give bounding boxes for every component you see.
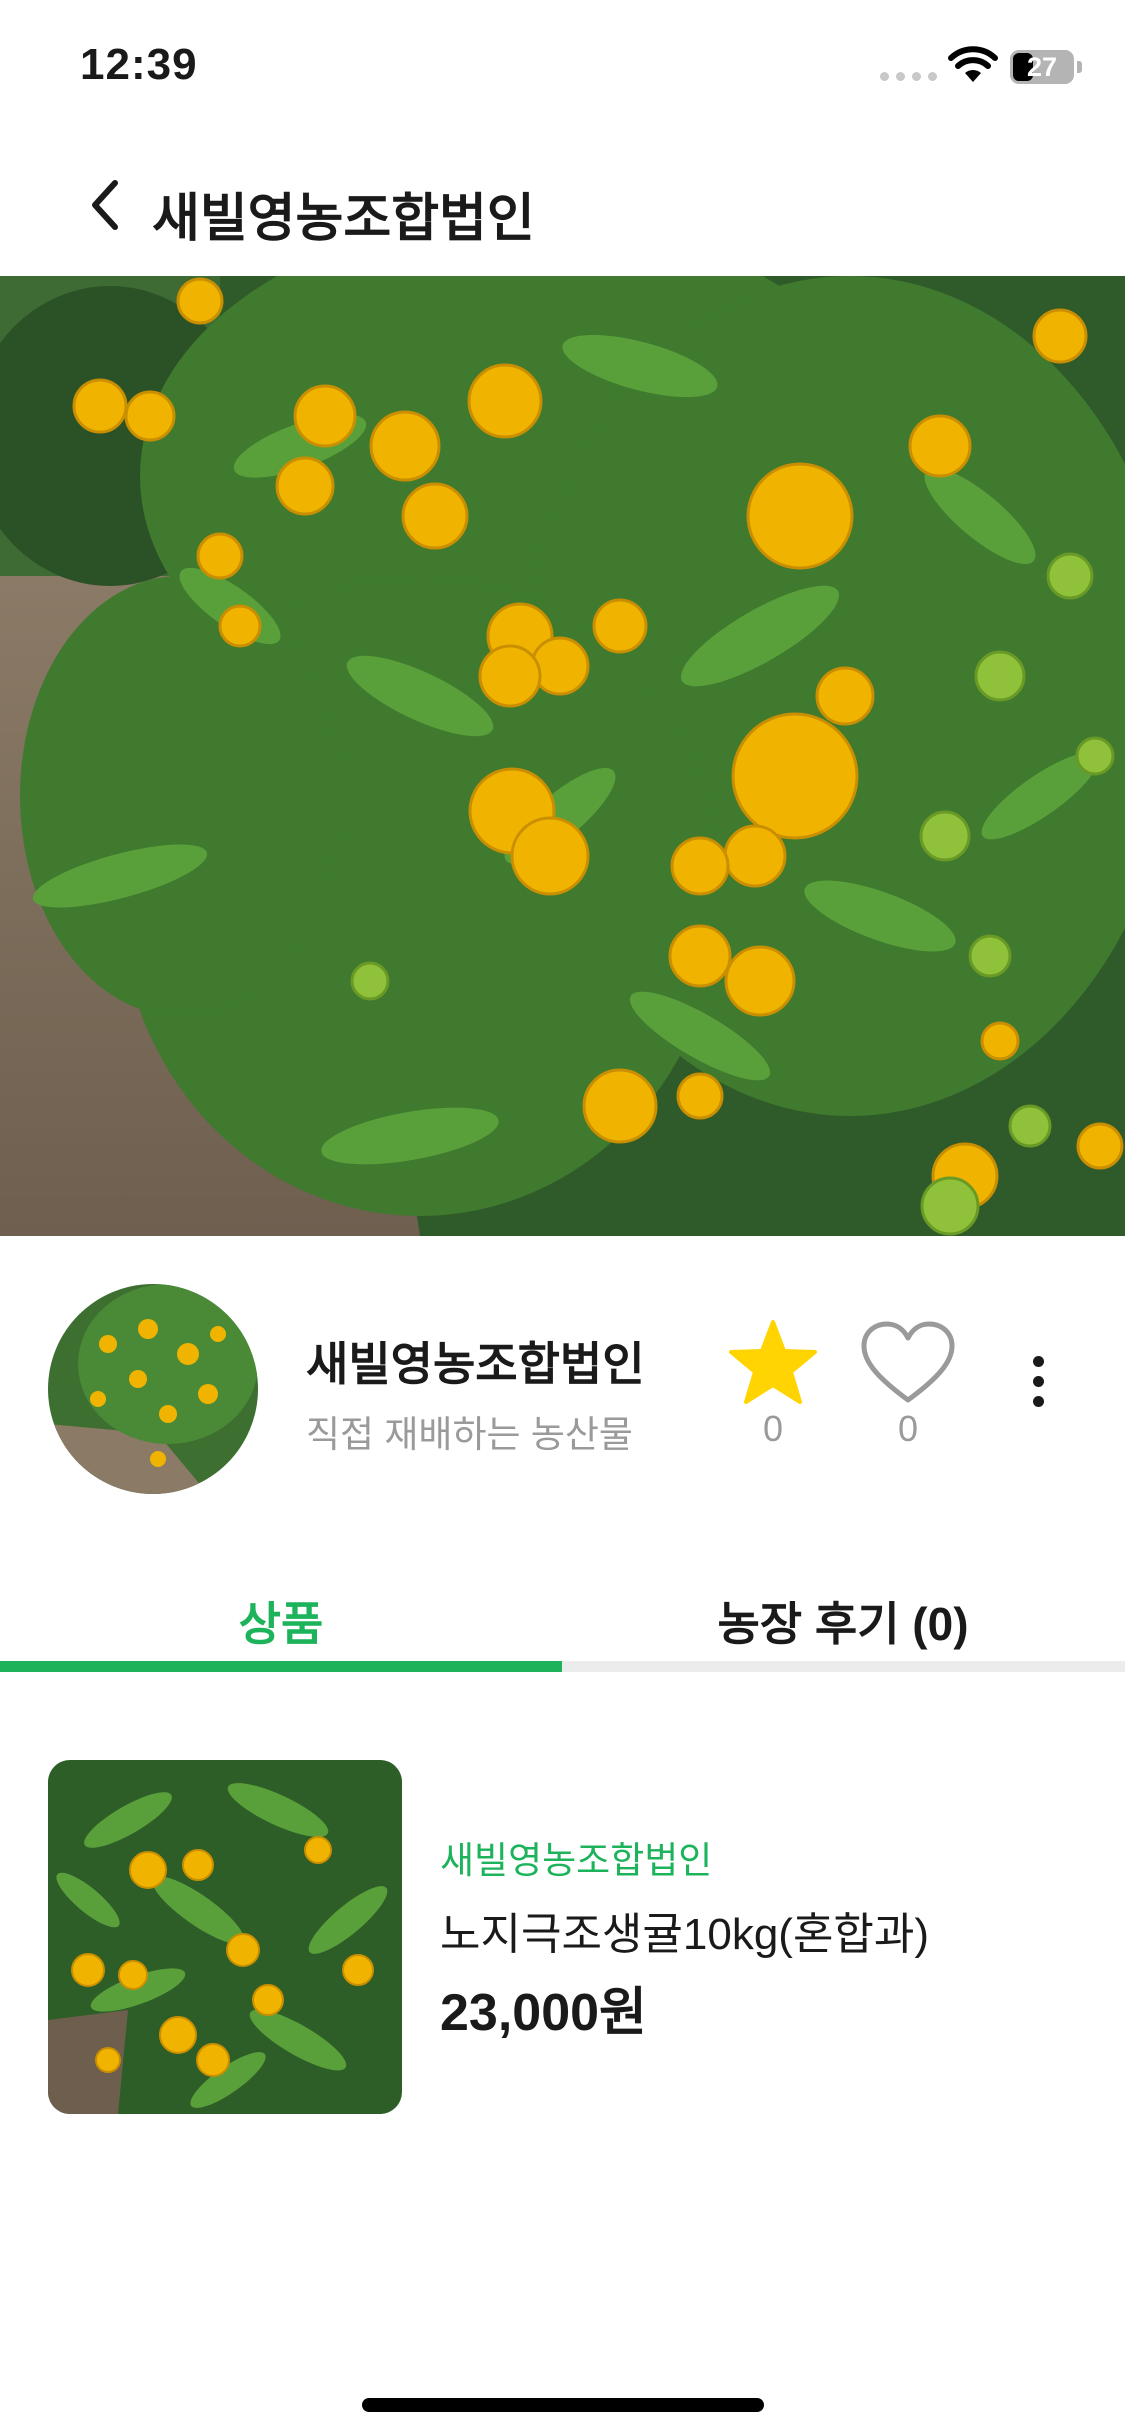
nav-bar: 새빌영농조합법인 — [0, 140, 1125, 276]
like-count: 0 — [897, 1408, 919, 1449]
home-indicator — [362, 2398, 764, 2412]
favorite-button[interactable]: 0 — [726, 1318, 820, 1458]
signal-icon — [880, 72, 937, 81]
farm-profile: 새빌영농조합법인 직접 재배하는 농산물 0 0 — [0, 1236, 1125, 1526]
battery-icon: 27 — [1010, 50, 1074, 84]
star-icon — [729, 1320, 817, 1404]
status-bar: 12:39 27 — [0, 0, 1125, 140]
heart-icon — [861, 1321, 955, 1403]
farm-avatar-photo — [48, 1284, 258, 1494]
hero-image — [0, 276, 1125, 1236]
more-vertical-icon[interactable] — [1020, 1356, 1056, 1446]
status-time: 12:39 — [80, 40, 198, 89]
back-button[interactable] — [70, 170, 140, 240]
tab-bar: 상품 농장 후기 (0) — [0, 1526, 1125, 1674]
tangerine-tree-photo — [0, 276, 1125, 1236]
favorite-count: 0 — [762, 1408, 784, 1449]
wifi-icon — [948, 46, 998, 82]
back-arrow-icon — [92, 180, 118, 230]
product-card[interactable]: 새빌영농조합법인 노지극조생귤10kg(혼합과) 23,000원 — [48, 1760, 1078, 2114]
farm-name: 새빌영농조합법인 — [306, 1338, 645, 1390]
farm-description: 직접 재배하는 농산물 — [306, 1414, 633, 1455]
avatar — [48, 1284, 258, 1494]
tangerine-product-photo — [48, 1760, 402, 2114]
battery-level: 27 — [1026, 52, 1058, 82]
product-price: 23,000원 — [440, 1984, 647, 2042]
product-thumbnail — [48, 1760, 402, 2114]
tab-farm-reviews[interactable]: 농장 후기 (0) — [562, 1588, 1124, 1654]
product-name: 노지극조생귤10kg(혼합과) — [440, 1910, 930, 1959]
page-title: 새빌영농조합법인 — [152, 190, 535, 248]
product-farm-name: 새빌영농조합법인 — [440, 1840, 713, 1881]
tab-products[interactable]: 상품 — [0, 1588, 562, 1654]
tab-indicator — [0, 1661, 562, 1672]
like-button[interactable]: 0 — [858, 1318, 958, 1458]
